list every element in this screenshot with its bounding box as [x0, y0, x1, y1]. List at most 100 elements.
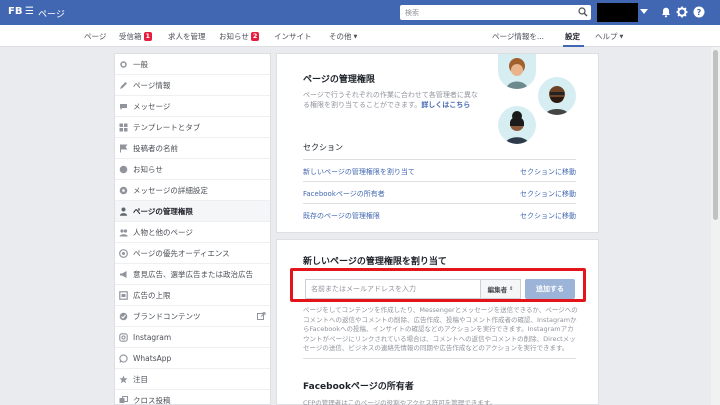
help-icon[interactable]: ? — [693, 6, 705, 18]
chat-icon — [119, 102, 128, 111]
gear-icon[interactable] — [676, 6, 688, 18]
grid-icon — [119, 123, 128, 132]
highlight-box — [290, 268, 586, 302]
sidebar-item-14[interactable]: Instagram — [115, 327, 270, 348]
avatar-illustration-1 — [498, 54, 536, 89]
scrollbar-thumb[interactable] — [713, 50, 718, 220]
section-row-owner: Facebookページの所有者 セクションに移動 — [303, 181, 576, 203]
sidebar-item-2[interactable]: ページ情報 — [115, 75, 270, 96]
divider — [303, 358, 576, 359]
ad-limit-icon — [119, 290, 128, 300]
inbox-count-badge: 1 — [143, 32, 153, 41]
learn-more-link[interactable]: 詳しくはこちら — [421, 101, 470, 109]
tab-page[interactable]: ページ — [84, 31, 106, 42]
instagram-icon — [119, 332, 128, 342]
owner-section-title: Facebookページの所有者 — [303, 382, 414, 392]
sidebar-item-label: お知らせ — [133, 164, 163, 174]
avatar-illustration-3 — [498, 106, 536, 144]
section-label-assign[interactable]: 新しいページの管理権限を割り当て — [303, 167, 415, 177]
sidebar-item-4[interactable]: テンプレートとタブ — [115, 117, 270, 138]
sidebar-item-13[interactable]: ブランドコンテンツ — [115, 306, 270, 327]
tab-more[interactable]: その他 ▼ — [329, 31, 357, 42]
tab-inbox[interactable]: 受信箱 1 — [119, 31, 153, 42]
person-icon — [119, 207, 128, 216]
external-link-icon[interactable] — [257, 312, 266, 321]
account-name-redacted[interactable] — [597, 3, 638, 22]
tab-jobs[interactable]: 求人を管理 — [168, 31, 206, 42]
page-roles-card: ページの管理権限 ページで行うそれぞれの作業に合わせて各管理者に異なる権限を割り… — [276, 53, 599, 233]
sidebar-item-1[interactable]: 一般 — [115, 54, 270, 75]
sidebar-item-6[interactable]: お知らせ — [115, 159, 270, 180]
section-row-existing: 既存のページの管理権限 セクションに移動 — [303, 203, 576, 225]
page-title[interactable]: ページ — [38, 7, 65, 20]
go-to-section-link[interactable]: セクションに移動 — [520, 167, 576, 177]
sidebar-item-label: ページの管理権限 — [133, 206, 193, 216]
sidebar-item-label: WhatsApp — [133, 353, 172, 363]
sidebar-item-label: 一般 — [133, 59, 148, 69]
search-input[interactable] — [400, 5, 570, 20]
sidebar-item-10[interactable]: ページの優先オーディエンス — [115, 243, 270, 264]
assign-role-title: 新しいページの管理権限を割り当て — [303, 257, 447, 267]
sidebar-item-label: クロス投稿 — [133, 395, 171, 405]
sidebar-item-8[interactable]: ページの管理権限 — [115, 201, 270, 222]
go-to-section-link[interactable]: セクションに移動 — [520, 211, 576, 221]
pencil-icon — [119, 81, 128, 90]
tab-edit-page-info[interactable]: ページ情報を... — [492, 31, 544, 42]
chat-gear-icon — [119, 186, 128, 195]
people-icon — [119, 228, 128, 237]
section-label-existing[interactable]: 既存のページの管理権限 — [303, 211, 380, 221]
role-description: ページをしてコンテンツを作成したり、Messengerとメッセージを送信できるか… — [303, 306, 578, 352]
bell-icon[interactable] — [660, 6, 672, 18]
sidebar-item-label: ブランドコンテンツ — [133, 311, 201, 321]
sidebar-item-12[interactable]: 広告の上限 — [115, 285, 270, 306]
sidebar-item-16[interactable]: 注目 — [115, 369, 270, 390]
chevron-down-icon: ▼ — [619, 34, 624, 40]
sidebar-item-17[interactable]: クロス投稿 — [115, 390, 270, 405]
sections-heading: セクション — [303, 143, 343, 152]
sidebar-item-15[interactable]: WhatsApp — [115, 348, 270, 369]
tab-settings[interactable]: 設定 — [565, 31, 580, 42]
sidebar-item-11[interactable]: 意見広告、選挙広告または政治広告 — [115, 264, 270, 285]
sidebar-item-label: 投稿者の名前 — [133, 143, 178, 153]
sidebar-item-label: メッセージの詳細設定 — [133, 185, 208, 195]
section-label-owner[interactable]: Facebookページの所有者 — [303, 189, 385, 199]
hamburger-icon[interactable]: ☰ — [25, 7, 34, 17]
search-icon[interactable] — [578, 7, 588, 17]
sidebar-item-3[interactable]: メッセージ — [115, 96, 270, 117]
whatsapp-icon — [119, 353, 128, 363]
brand-icon — [119, 312, 128, 321]
assign-role-card: 新しいページの管理権限を割り当て 編集者⇕ 追加する ページをしてコンテンツを作… — [276, 239, 599, 405]
globe-icon — [119, 165, 128, 174]
top-bar: FB ☰ ページ ? — [0, 0, 720, 25]
sidebar-item-label: 注目 — [133, 374, 148, 384]
search-box — [400, 5, 591, 20]
tab-help[interactable]: ヘルプ ▼ — [595, 31, 623, 42]
sidebar-item-label: ページの優先オーディエンス — [133, 248, 230, 258]
sidebar-item-9[interactable]: 人物と他のページ — [115, 222, 270, 243]
sidebar-item-7[interactable]: メッセージの詳細設定 — [115, 180, 270, 201]
owner-section-description: CFPの管理者はこのページの役割やアクセス許可を管理できます。 — [303, 399, 497, 405]
sidebar-item-label: テンプレートとタブ — [133, 122, 201, 132]
gear-icon — [119, 60, 128, 69]
logo[interactable]: FB — [8, 6, 22, 17]
sidebar-item-label: Instagram — [133, 332, 172, 342]
sidebar-item-label: ページ情報 — [133, 80, 171, 90]
page-roles-description: ページで行うそれぞれの作業に合わせて各管理者に異なる権限を割り当てることができま… — [303, 91, 478, 109]
page-tabs-bar: ページ 受信箱 1 求人を管理 お知らせ 2 インサイト その他 ▼ ページ情報を..… — [0, 25, 720, 47]
notifications-count-badge: 2 — [250, 32, 260, 41]
caret-down-icon[interactable] — [640, 9, 648, 14]
section-row-assign: 新しいページの管理権限を割り当て セクションに移動 — [303, 159, 576, 181]
go-to-section-link[interactable]: セクションに移動 — [520, 189, 576, 199]
sidebar-item-5[interactable]: 投稿者の名前 — [115, 138, 270, 159]
sidebar-item-label: メッセージ — [133, 101, 171, 111]
avatar-illustration-2 — [538, 77, 576, 115]
flag-icon — [119, 144, 128, 153]
audience-icon — [119, 248, 128, 258]
tab-insights[interactable]: インサイト — [274, 31, 312, 42]
megaphone-icon — [119, 270, 128, 279]
sidebar-item-label: 意見広告、選挙広告または政治広告 — [133, 269, 253, 279]
chevron-down-icon: ▼ — [353, 34, 358, 40]
star-icon — [119, 375, 128, 384]
page-roles-title: ページの管理権限 — [303, 75, 375, 85]
tab-notifications[interactable]: お知らせ 2 — [219, 31, 260, 42]
